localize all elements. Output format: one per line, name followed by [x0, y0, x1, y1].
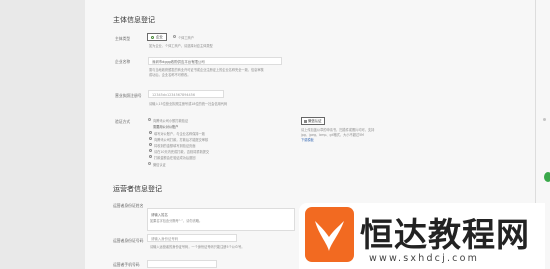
verify-option-1-label: 向腾讯公司小额打款验证 — [153, 119, 189, 123]
wechat-verify-upload-button[interactable]: 微信认证 — [301, 117, 325, 125]
company-name-field[interactable]: 深圳市dggg收购供应平台有限公司 — [148, 57, 282, 65]
license-hint: 请输入15位营业执照注册号或18位的统一社会信用代码 — [149, 102, 228, 106]
side-dot-icon — [543, 118, 546, 121]
subject-type-hint: 如为企业、个体工商户，请选择对应主体类型 — [149, 44, 213, 48]
step-bullet — [149, 143, 152, 146]
step-bullet — [149, 149, 152, 152]
verify-step-3: 将收到的金额填写到验证页面 — [154, 144, 196, 148]
step-bullet — [149, 137, 152, 140]
section-title-subject: 主体信息登记 — [113, 16, 155, 24]
verify-option-2-label: 微信认证 — [153, 163, 166, 167]
watermark-url: www.sxhdcj.com — [369, 253, 480, 264]
fish-tail-icon — [315, 221, 344, 251]
license-field[interactable]: 12345dv1234567894456 — [148, 90, 224, 98]
upload-button-label: 微信认证 — [308, 119, 322, 123]
subject-type-label: 主体类型 — [115, 36, 131, 41]
section-title-operator: 运营者信息登记 — [113, 185, 162, 193]
upload-button-icon — [304, 119, 307, 123]
verify-option-1-radio[interactable] — [148, 118, 151, 121]
side-float-icon[interactable] — [544, 172, 550, 182]
operator-name-hint: 如果名字包含分隔号“·”，请勿省略。 — [150, 219, 203, 223]
verify-step-1: 填写对公账户，与企业名称保持一致 — [154, 132, 205, 136]
verify-option-2-radio[interactable] — [148, 162, 151, 165]
operator-name-value: 请输入姓名 — [151, 213, 168, 217]
verify-step-4: 请在10天内完成打款，否则将重新提交 — [154, 150, 210, 154]
subject-type-selected-text: 企业 — [156, 35, 163, 39]
operator-id-hint: 请输入运营者的身份证号码，一个身份证号码只能注册5个公众号。 — [150, 245, 245, 249]
verify-step-2: 向腾讯公司打款，打款后才能提交审核 — [154, 138, 209, 142]
operator-id-label: 运营者身份证号码 — [113, 238, 144, 243]
license-label: 营业执照注册号 — [115, 93, 142, 98]
step-bullet — [149, 155, 152, 158]
verify-method-label: 验证方式 — [115, 119, 131, 124]
radio-checked-icon — [151, 35, 154, 39]
operator-phone-label: 运营者手机号码 — [113, 262, 140, 267]
step-bullet — [149, 131, 152, 134]
subject-type-individual-label: 个体工商户 — [178, 36, 194, 40]
subject-type-individual-radio[interactable] — [173, 35, 176, 38]
operator-phone-field[interactable] — [147, 260, 217, 268]
operator-name-label: 运营者身份证姓名 — [113, 203, 144, 208]
verify-option-1-sub: 需要用公对公账户 — [153, 125, 179, 129]
verify-step-5: 打款金额会在验证成功后退回 — [154, 156, 196, 160]
company-name-hint-2: 成功后，企业名称不可修改。 — [149, 73, 191, 77]
subject-type-enterprise-radio[interactable]: 企业 — [147, 33, 167, 41]
download-template-link[interactable]: 下载模板 — [301, 137, 314, 142]
watermark-logo-icon — [305, 207, 354, 262]
operator-id-field[interactable]: 请输入身份证号码 — [147, 234, 237, 242]
site-watermark: 恒达教程网 www.sxhdcj.com — [299, 203, 545, 269]
company-name-label: 企业名称 — [115, 59, 131, 64]
watermark-title: 恒达教程网 — [360, 215, 530, 254]
